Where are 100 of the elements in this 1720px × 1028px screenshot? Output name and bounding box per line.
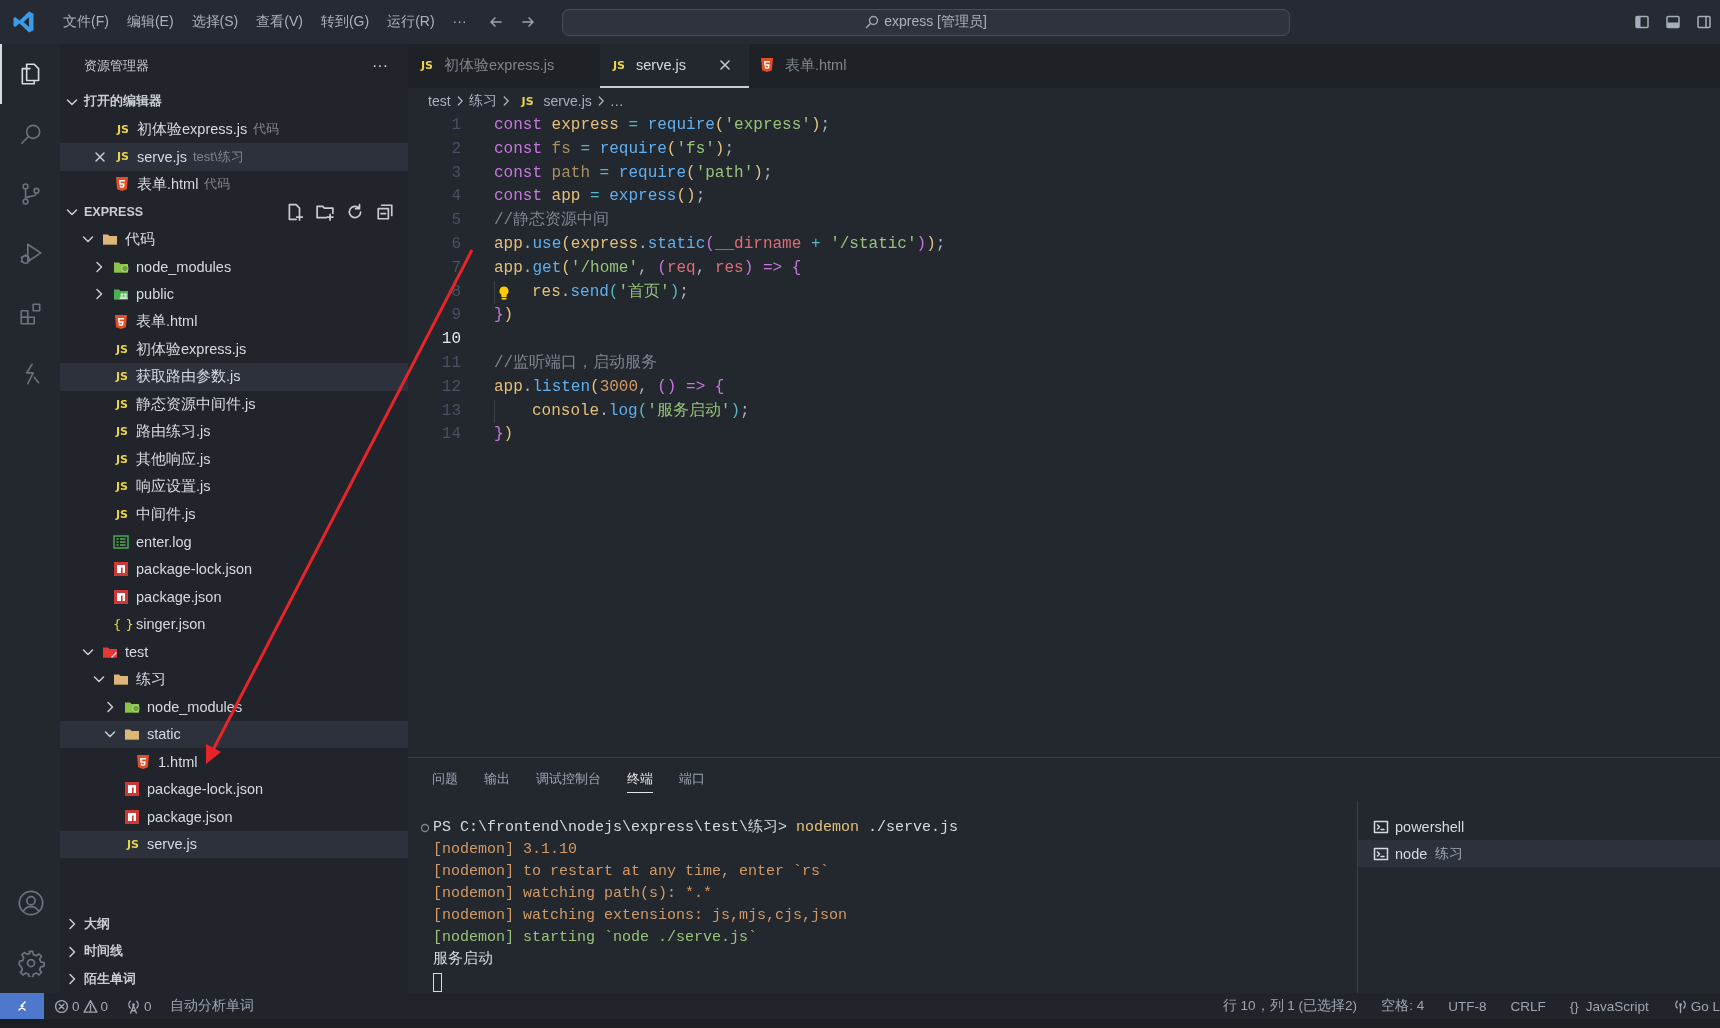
open-editor-item[interactable]: JS serve.js test\练习 bbox=[60, 143, 408, 171]
file-item[interactable]: package-lock.json bbox=[60, 555, 408, 583]
file-type-label: JS bbox=[115, 122, 130, 136]
forward-arrow-icon[interactable] bbox=[519, 14, 536, 30]
panel-tab[interactable]: 调试控制台 bbox=[536, 766, 601, 793]
error-icon bbox=[54, 998, 69, 1014]
more-menu-button[interactable]: ··· bbox=[445, 10, 474, 34]
file-type-label: JS bbox=[114, 370, 129, 384]
file-item[interactable]: package.json bbox=[60, 803, 408, 831]
menu-item[interactable]: 运行(R) bbox=[380, 10, 442, 34]
file-item[interactable]: 1.html bbox=[60, 748, 408, 776]
file-item[interactable]: enter.log bbox=[60, 528, 408, 556]
package-icon bbox=[124, 808, 140, 825]
code-line: app.use(express.static(__dirname + '/static')); bbox=[494, 234, 946, 255]
terminal-icon bbox=[1373, 845, 1389, 862]
editor-tab[interactable]: JS serve.js bbox=[600, 44, 749, 88]
file-item[interactable]: JS 路由练习.js bbox=[60, 418, 408, 446]
html-file-icon bbox=[114, 176, 130, 193]
collapse-all-icon[interactable] bbox=[376, 202, 394, 221]
live-status[interactable]: Go L bbox=[1672, 998, 1720, 1014]
code-line: res.send('首页'); bbox=[532, 281, 689, 303]
section-header[interactable]: 大纲 bbox=[60, 910, 408, 938]
breadcrumb-item[interactable]: test bbox=[428, 93, 451, 109]
lightbulb-icon[interactable] bbox=[496, 284, 512, 301]
file-item[interactable]: package-lock.json bbox=[60, 775, 408, 803]
folder-item[interactable]: 代码 bbox=[60, 225, 408, 253]
remote-icon bbox=[15, 999, 29, 1013]
panel-tab[interactable]: 输出 bbox=[484, 766, 510, 793]
secondary-sidebar-toggle-icon[interactable] bbox=[1696, 14, 1712, 30]
editor-tab[interactable]: JS 初体验express.js bbox=[408, 44, 600, 88]
panel-tab[interactable]: 端口 bbox=[679, 766, 705, 793]
file-item[interactable]: JS 响应设置.js bbox=[60, 473, 408, 501]
file-item[interactable]: JS 静态资源中间件.js bbox=[60, 390, 408, 418]
folder-item[interactable]: test bbox=[60, 638, 408, 666]
file-type-label: JS bbox=[125, 837, 140, 851]
terminal-instance[interactable]: powershell bbox=[1358, 813, 1720, 840]
code-line: const path = require('path'); bbox=[494, 162, 773, 184]
sidebar-toggle-icon[interactable] bbox=[1634, 14, 1650, 30]
language-status[interactable]: {} JavaScript bbox=[1569, 998, 1649, 1014]
file-item[interactable]: JS 初体验express.js bbox=[60, 335, 408, 363]
section-header[interactable]: 打开的编辑器 bbox=[60, 88, 408, 116]
open-editor-item[interactable]: 表单.html 代码 bbox=[60, 170, 408, 198]
section-header[interactable]: EXPRESS bbox=[60, 198, 408, 226]
file-item[interactable]: { }singer.json bbox=[60, 610, 408, 638]
package-icon bbox=[113, 561, 129, 578]
more-actions-button[interactable]: ··· bbox=[372, 57, 388, 75]
ports-status[interactable]: 0 bbox=[126, 998, 152, 1014]
code-line: //监听端口，启动服务 bbox=[494, 352, 658, 374]
html-file-icon bbox=[135, 753, 151, 770]
status-item[interactable]: UTF-8 bbox=[1448, 998, 1487, 1014]
close-icon[interactable] bbox=[717, 57, 733, 73]
file-item[interactable]: JS serve.js bbox=[60, 830, 408, 858]
terminal-icon bbox=[1373, 818, 1389, 835]
breadcrumb-item[interactable]: serve.js bbox=[543, 93, 592, 109]
terminal-instance[interactable]: node 练习 bbox=[1358, 840, 1720, 867]
file-type-label: JS bbox=[115, 150, 130, 164]
folder-item[interactable]: node_modules bbox=[60, 253, 408, 281]
status-item[interactable]: 自动分析单词 bbox=[169, 997, 254, 1015]
section-header[interactable]: 陌生单词 bbox=[60, 965, 408, 993]
folder-item[interactable]: public bbox=[60, 280, 408, 308]
menu-item[interactable]: 文件(F) bbox=[56, 10, 116, 34]
status-item[interactable]: 空格: 4 bbox=[1381, 997, 1425, 1015]
panel-toggle-icon[interactable] bbox=[1665, 14, 1681, 30]
folder-item[interactable]: static bbox=[60, 720, 408, 748]
menu-item[interactable]: 选择(S) bbox=[184, 10, 246, 34]
status-item[interactable]: CRLF bbox=[1510, 998, 1546, 1014]
refresh-icon[interactable] bbox=[346, 202, 364, 221]
settings-icon[interactable] bbox=[17, 949, 45, 977]
terminal-line: 服务启动 bbox=[433, 949, 493, 970]
sidebar-title: 资源管理器 bbox=[84, 57, 149, 75]
breadcrumb-item[interactable]: 练习 bbox=[468, 92, 497, 110]
back-arrow-icon[interactable] bbox=[487, 14, 504, 30]
file-type-label: JS bbox=[114, 452, 129, 466]
folder-item[interactable]: 练习 bbox=[60, 665, 408, 693]
file-item[interactable]: package.json bbox=[60, 583, 408, 611]
menu-item[interactable]: 编辑(E) bbox=[119, 10, 181, 34]
file-item[interactable]: JS 获取路由参数.js bbox=[60, 363, 408, 391]
menu-item[interactable]: 查看(V) bbox=[249, 10, 310, 34]
menu-item[interactable]: 转到(G) bbox=[313, 10, 377, 34]
code-line: const app = express(); bbox=[494, 186, 706, 208]
file-type-label: JS bbox=[114, 397, 129, 411]
run-debug-icon[interactable] bbox=[18, 241, 44, 267]
code-line: const fs = require('fs'); bbox=[494, 138, 735, 160]
file-item[interactable]: JS 其他响应.js bbox=[60, 445, 408, 473]
breadcrumb-item[interactable]: … bbox=[609, 93, 624, 109]
file-type-label: { } bbox=[113, 616, 131, 632]
search-field[interactable]: express [管理员] bbox=[561, 8, 1290, 36]
file-item[interactable]: 表单.html bbox=[60, 308, 408, 336]
editor-tab[interactable]: 表单.html bbox=[749, 44, 863, 88]
panel-tab[interactable]: 问题 bbox=[432, 766, 458, 793]
package-icon bbox=[124, 781, 140, 798]
panel-tab[interactable]: 终端 bbox=[627, 766, 653, 793]
file-type-label: JS bbox=[114, 342, 129, 356]
status-item[interactable]: 行 10，列 1 (已选择2) bbox=[1222, 997, 1358, 1015]
new-file-icon[interactable] bbox=[286, 202, 304, 221]
account-icon[interactable] bbox=[17, 889, 45, 917]
open-editor-item[interactable]: JS 初体验express.js 代码 bbox=[60, 115, 408, 143]
problems-status[interactable]: 0 0 bbox=[54, 998, 109, 1014]
file-item[interactable]: JS 中间件.js bbox=[60, 500, 408, 528]
section-header[interactable]: 时间线 bbox=[60, 938, 408, 966]
